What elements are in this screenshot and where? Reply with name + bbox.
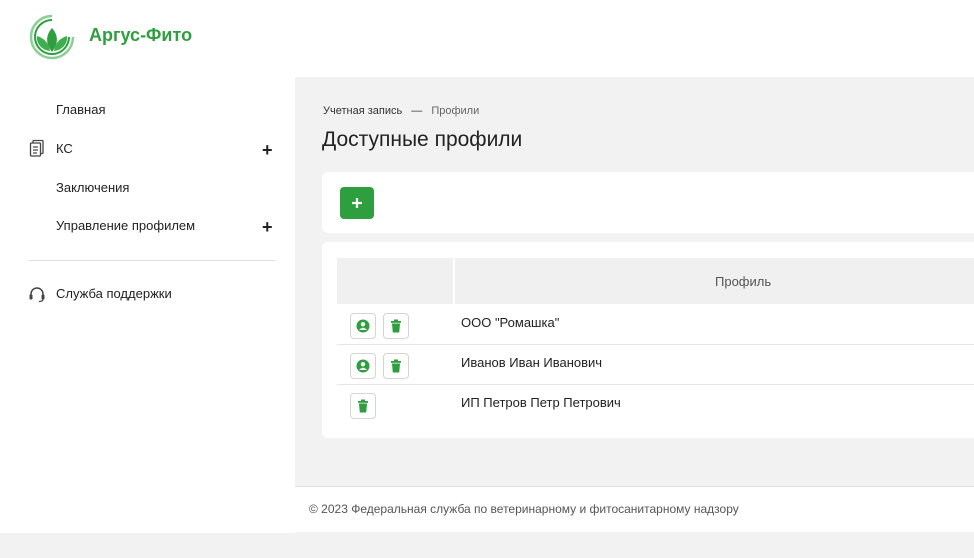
sidebar-item-home[interactable]: Главная — [56, 102, 105, 117]
delete-profile-button[interactable] — [383, 313, 409, 339]
select-profile-button[interactable] — [350, 313, 376, 339]
trash-icon — [358, 399, 368, 413]
column-header-profile-label: Профиль — [715, 274, 772, 289]
delete-profile-button[interactable] — [383, 353, 409, 379]
leaf-logo-icon[interactable] — [27, 12, 77, 62]
sidebar-divider — [28, 260, 276, 261]
breadcrumb-root-link[interactable]: Учетная запись — [323, 105, 402, 117]
table-row: ИП Петров Петр Петрович — [337, 385, 974, 425]
document-icon — [29, 139, 44, 157]
column-header-actions — [337, 258, 453, 304]
trash-icon — [391, 359, 401, 373]
page-title: Доступные профили — [322, 128, 523, 151]
sidebar-item-support[interactable]: Служба поддержки — [56, 286, 172, 301]
add-profile-button[interactable] — [340, 187, 374, 219]
sidebar-item-conclusions[interactable]: Заключения — [56, 180, 129, 195]
profile-name[interactable]: Иванов Иван Иванович — [461, 355, 602, 370]
footer: © 2023 Федеральная служба по ветеринарно… — [295, 486, 974, 532]
breadcrumb-current: Профили — [431, 105, 480, 117]
profile-name[interactable]: ИП Петров Петр Петрович — [461, 395, 621, 410]
profile-name[interactable]: ООО "Ромашка" — [461, 315, 559, 330]
sidebar-item-ks[interactable]: КС — [56, 141, 73, 156]
user-icon — [356, 319, 370, 333]
headset-icon — [29, 287, 45, 303]
brand-name[interactable]: Аргус-Фито — [89, 25, 192, 46]
trash-icon — [391, 319, 401, 333]
expand-ks-button[interactable]: + — [262, 141, 273, 159]
select-profile-button[interactable] — [350, 353, 376, 379]
expand-profile-management-button[interactable]: + — [262, 218, 273, 236]
table-row: ООО "Ромашка" — [337, 305, 974, 345]
plus-icon — [352, 198, 362, 208]
user-icon — [356, 359, 370, 373]
delete-profile-button[interactable] — [350, 393, 376, 419]
toolbar-card — [322, 172, 974, 233]
app-header: Аргус-Фито — [0, 0, 974, 77]
table-row: Иванов Иван Иванович — [337, 345, 974, 385]
breadcrumb: Учетная запись — Профили — [323, 105, 479, 117]
breadcrumb-separator: — — [411, 105, 423, 117]
column-header-profile[interactable]: Профиль — [455, 258, 974, 304]
sidebar: Главная КС + Заключения Управление профи… — [0, 77, 295, 533]
sidebar-item-profile-management[interactable]: Управление профилем — [56, 218, 195, 233]
profiles-table: Профиль ООО "Ромашка" Иванов Иван Иванов… — [322, 242, 974, 438]
footer-copyright: © 2023 Федеральная служба по ветеринарно… — [309, 502, 739, 516]
